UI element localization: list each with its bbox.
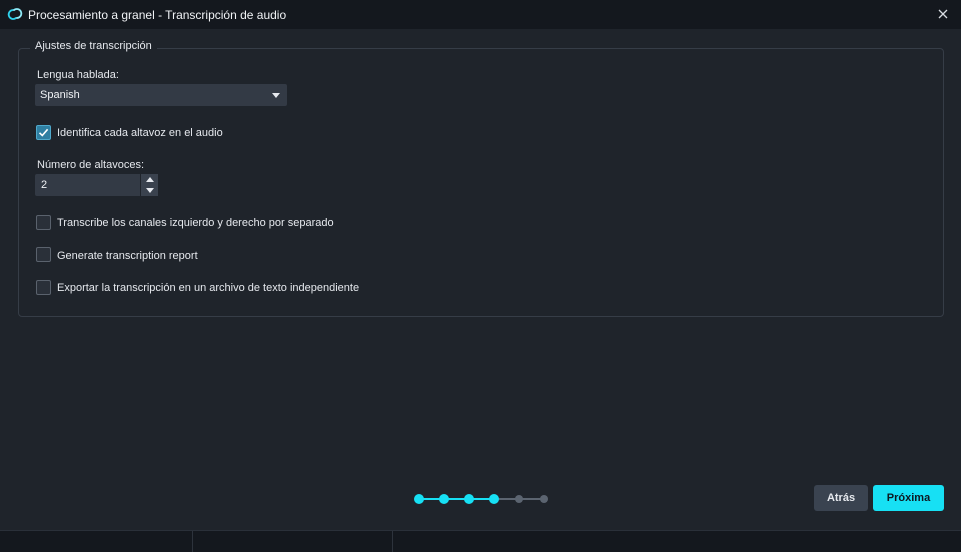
- progress-step-dot: [489, 494, 499, 504]
- spoken-language-value: Spanish: [40, 89, 80, 101]
- arrow-down-icon: [146, 188, 154, 193]
- close-icon[interactable]: [935, 6, 951, 22]
- stepper-buttons: [140, 174, 158, 196]
- settings-group-title: Ajustes de transcripción: [30, 40, 157, 52]
- progress-step-dot: [540, 495, 548, 503]
- decrement-button[interactable]: [141, 185, 159, 196]
- window-title: Procesamiento a granel - Transcripción d…: [28, 8, 287, 22]
- arrow-up-icon: [146, 177, 154, 182]
- status-divider: [392, 531, 393, 552]
- separate-channels-checkbox[interactable]: [36, 215, 51, 230]
- speaker-count-label: Número de altavoces:: [37, 159, 144, 171]
- status-bar: [0, 530, 961, 552]
- transcription-report-label: Generate transcription report: [57, 250, 198, 262]
- spoken-language-dropdown[interactable]: Spanish: [35, 84, 287, 106]
- progress-step-dot: [414, 494, 424, 504]
- progress-step-dot: [515, 495, 523, 503]
- title-bar: Procesamiento a granel - Transcripción d…: [0, 0, 961, 29]
- separate-channels-label: Transcribe los canales izquierdo y derec…: [57, 217, 334, 229]
- chevron-down-icon: [272, 93, 280, 98]
- identify-speakers-checkbox[interactable]: [36, 125, 51, 140]
- sync-logo-icon: [7, 8, 23, 20]
- checkmark-icon: [38, 128, 49, 137]
- identify-speakers-label: Identifica cada altavoz en el audio: [57, 127, 223, 139]
- next-button[interactable]: Próxima: [873, 485, 944, 511]
- dialog-content: Ajustes de transcripción Lengua hablada:…: [0, 29, 961, 530]
- back-button[interactable]: Atrás: [814, 485, 868, 511]
- speaker-count-value: 2: [41, 179, 48, 191]
- progress-step-dot: [439, 494, 449, 504]
- spoken-language-label: Lengua hablada:: [37, 69, 119, 81]
- transcription-report-checkbox[interactable]: [36, 247, 51, 262]
- speaker-count-stepper[interactable]: 2: [35, 174, 158, 196]
- status-divider: [192, 531, 193, 552]
- wizard-progress: [414, 493, 550, 505]
- export-text-label: Exportar la transcripción en un archivo …: [57, 282, 360, 294]
- export-text-checkbox[interactable]: [36, 280, 51, 295]
- increment-button[interactable]: [141, 174, 159, 185]
- progress-step-dot: [464, 494, 474, 504]
